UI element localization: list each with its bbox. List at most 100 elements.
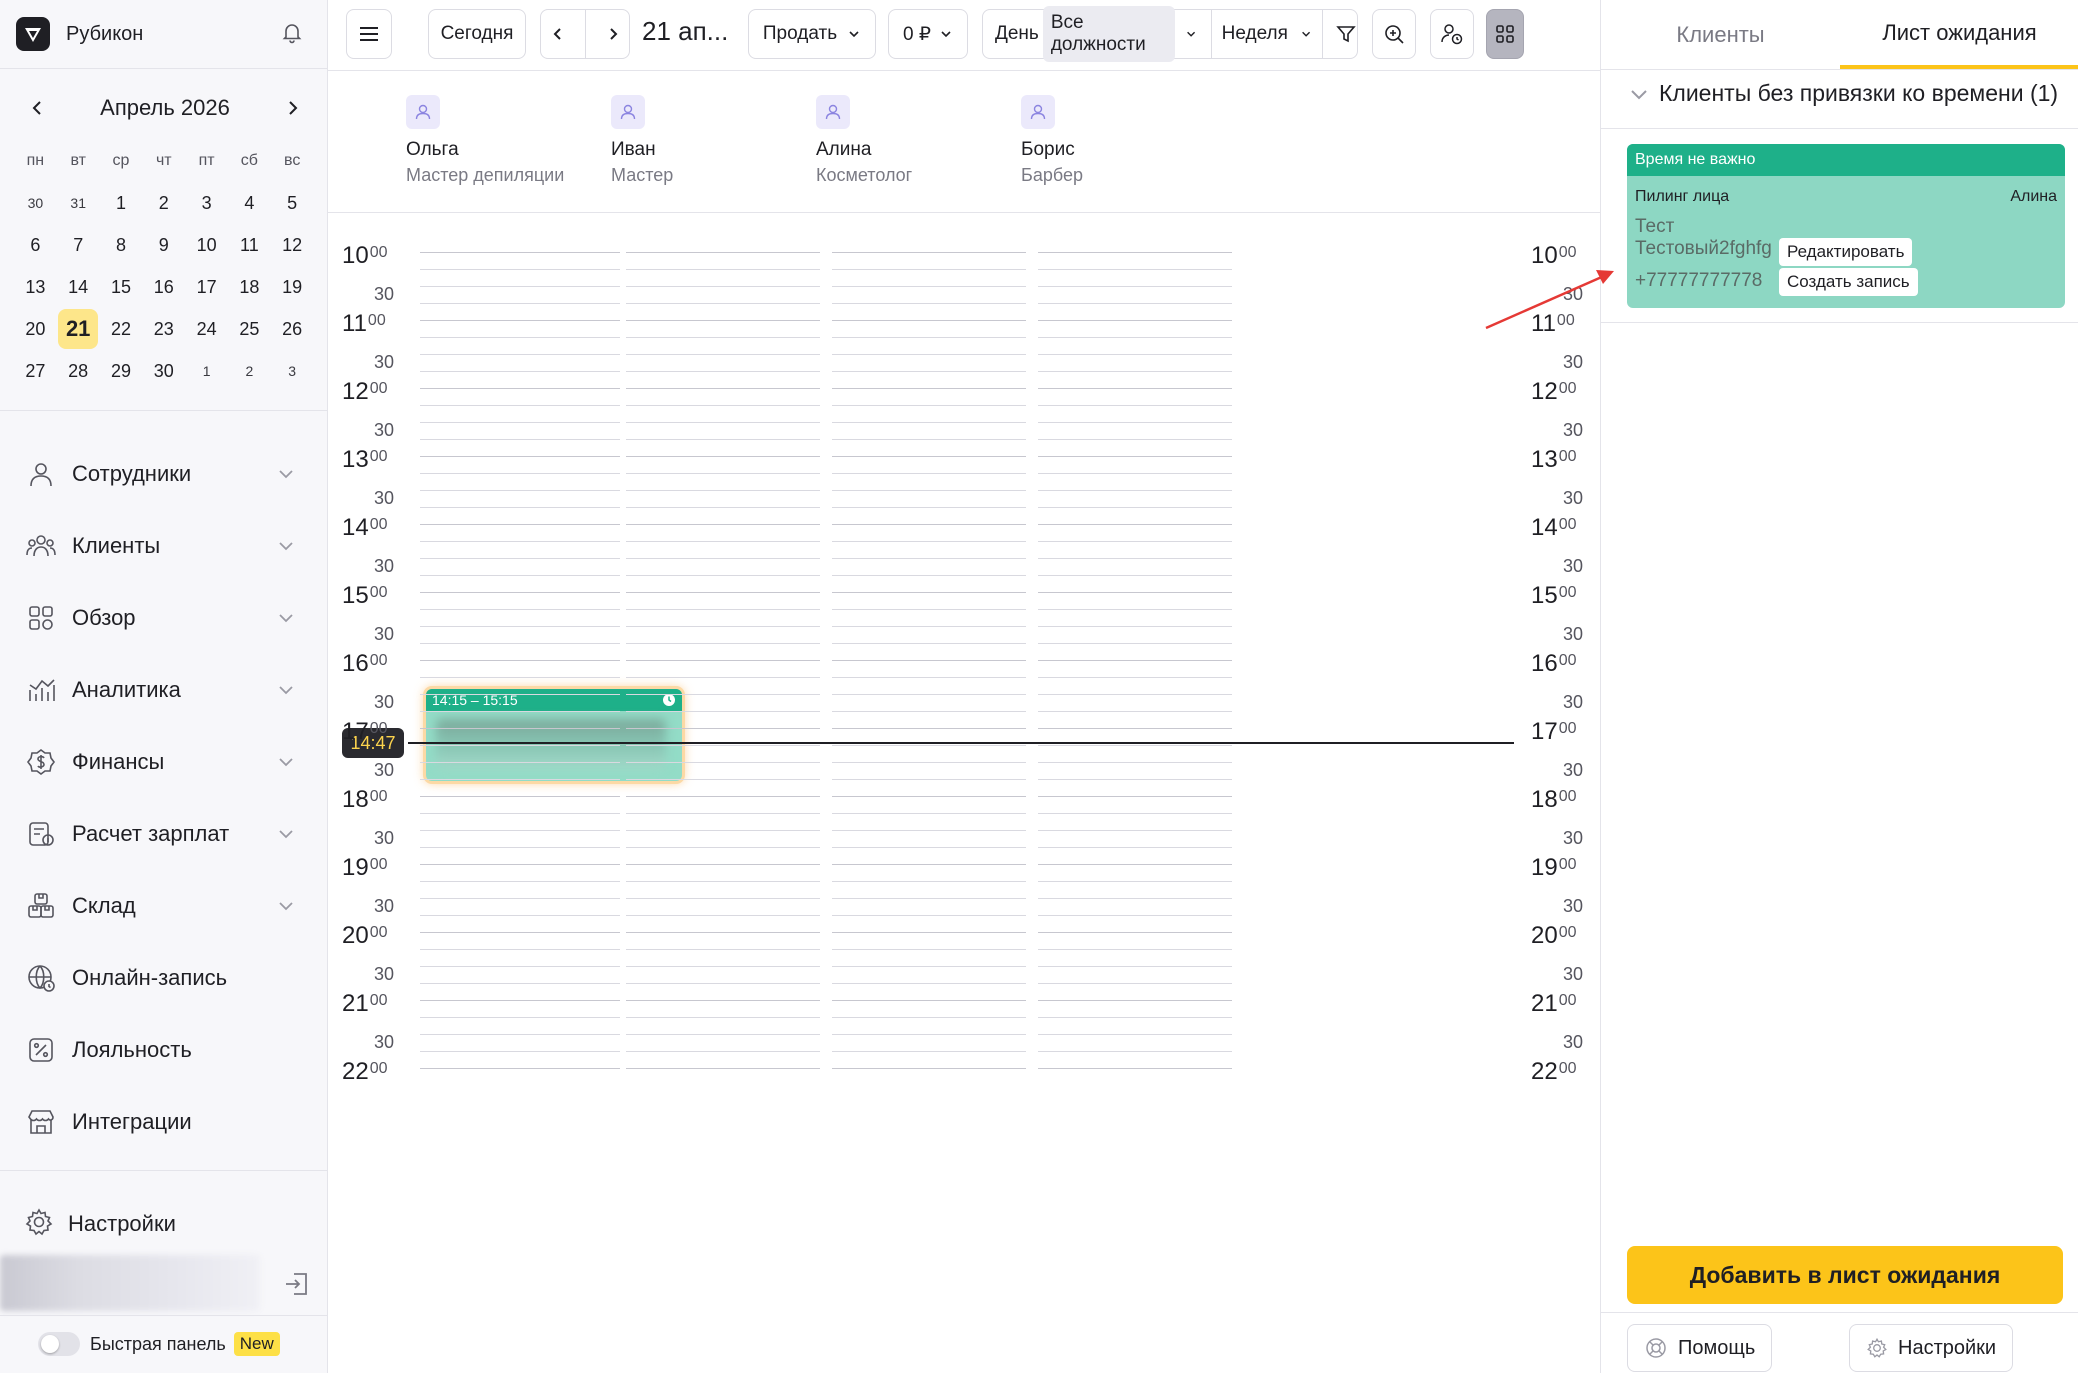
calendar-day[interactable]: 28: [57, 361, 100, 382]
sidebar-item-globe[interactable]: Онлайн-запись: [0, 942, 328, 1014]
hour-minutes: 00: [1558, 924, 1577, 941]
brand[interactable]: Рубикон: [16, 14, 143, 54]
grid-slot-line: [1038, 422, 1232, 423]
calendar-day[interactable]: 8: [100, 235, 143, 256]
calendar-day[interactable]: 3: [185, 193, 228, 214]
staff-schedule-button[interactable]: [1430, 9, 1474, 59]
filter-icon: [1336, 26, 1356, 43]
calendar-day[interactable]: 17: [185, 277, 228, 298]
calendar-day[interactable]: 19: [271, 277, 314, 298]
bell-icon[interactable]: [280, 20, 304, 44]
chevron-down-icon[interactable]: [274, 894, 298, 918]
calendar-day[interactable]: 25: [228, 319, 271, 340]
filter-button[interactable]: [1335, 23, 1357, 45]
sidebar-item-percent[interactable]: Лояльность: [0, 1014, 328, 1086]
waitlist-card[interactable]: Время не важно Пилинг лица Алина Тест Те…: [1627, 144, 2065, 308]
hamburger-button[interactable]: [346, 9, 392, 59]
calendar-day-selected[interactable]: 21: [57, 309, 100, 349]
chevron-down-icon[interactable]: [274, 822, 298, 846]
calendar-day[interactable]: 31: [57, 195, 100, 211]
sidebar-item-label: Лояльность: [72, 1037, 192, 1062]
sidebar-item-payroll[interactable]: Расчет зарплат: [0, 798, 328, 870]
calendar-day[interactable]: 16: [142, 277, 185, 298]
calendar-day[interactable]: 5: [271, 193, 314, 214]
prev-month-button[interactable]: [20, 90, 56, 126]
grid-slot-line: [1038, 269, 1232, 270]
sidebar-item-user[interactable]: Сотрудники: [0, 438, 328, 510]
calendar-day[interactable]: 26: [271, 319, 314, 340]
waitlist-group-header[interactable]: Клиенты без привязки ко времени (1): [1627, 80, 2058, 107]
sidebar-item-grid[interactable]: Обзор: [0, 582, 328, 654]
sidebar-item-settings[interactable]: Настройки: [0, 1188, 328, 1260]
prev-day-button[interactable]: [552, 27, 564, 41]
calendar-day[interactable]: 22: [100, 319, 143, 340]
sidebar-item-store[interactable]: Интеграции: [0, 1086, 328, 1158]
calendar-day[interactable]: 3: [271, 363, 314, 379]
calendar-day[interactable]: 30: [142, 361, 185, 382]
panel-settings-button[interactable]: Настройки: [1849, 1324, 2014, 1372]
next-month-button[interactable]: [274, 90, 310, 126]
quick-panel-toggle[interactable]: [38, 1332, 80, 1356]
calendar-day[interactable]: 4: [228, 193, 271, 214]
current-user[interactable]: [0, 1255, 328, 1311]
calendar-day[interactable]: 2: [228, 363, 271, 379]
user-clock-icon: [1441, 24, 1463, 45]
hour-minutes: 00: [369, 244, 388, 261]
next-day-button[interactable]: [607, 27, 619, 41]
tab-clients[interactable]: Клиенты: [1601, 0, 1840, 69]
calendar-day[interactable]: 1: [185, 363, 228, 379]
calendar-day[interactable]: 9: [142, 235, 185, 256]
add-to-waitlist-button[interactable]: Добавить в лист ожидания: [1627, 1246, 2063, 1304]
staff-column-header[interactable]: Борис Барбер: [1021, 95, 1291, 186]
chevron-down-icon[interactable]: [274, 462, 298, 486]
calendar-day[interactable]: 11: [228, 235, 271, 256]
calendar-day[interactable]: 27: [14, 361, 57, 382]
calendar-day[interactable]: 20: [14, 319, 57, 340]
calendar-day[interactable]: 24: [185, 319, 228, 340]
hour-number: 16: [1531, 650, 1558, 677]
positions-filter[interactable]: Все должности: [1042, 6, 1175, 62]
appointment-card[interactable]: 14:15 – 15:15: [426, 689, 682, 781]
calendar-day[interactable]: 29: [100, 361, 143, 382]
grid-slot-line: [832, 1017, 1026, 1018]
sidebar-item-analytics[interactable]: Аналитика: [0, 654, 328, 726]
calendar-day[interactable]: 13: [14, 277, 57, 298]
chevron-down-icon[interactable]: [274, 606, 298, 630]
grid-slot-line: [420, 813, 620, 814]
calendar-day[interactable]: 15: [100, 277, 143, 298]
balance-dropdown[interactable]: 0 ₽: [888, 9, 968, 59]
hour-number: 21: [1531, 990, 1558, 1017]
layout-toggle-button[interactable]: [1486, 9, 1524, 59]
calendar-day[interactable]: 1: [100, 193, 143, 214]
today-button[interactable]: Сегодня: [428, 9, 526, 59]
grid-slot-line: [832, 728, 1026, 729]
logout-icon[interactable]: [282, 1269, 312, 1299]
calendar-day[interactable]: 18: [228, 277, 271, 298]
tab-waitlist[interactable]: Лист ожидания: [1840, 0, 2078, 69]
day-view-button[interactable]: День: [995, 23, 1039, 45]
help-button[interactable]: Помощь: [1627, 1324, 1773, 1372]
sidebar-item-users[interactable]: Клиенты: [0, 510, 328, 582]
hour-number: 15: [342, 582, 369, 609]
sell-dropdown[interactable]: Продать: [748, 9, 876, 59]
current-date[interactable]: 21 ап...: [642, 16, 728, 47]
time-grid[interactable]: 14:15 – 15:15 14:47 1000 30 1000 30 1100 30 11…: [328, 234, 1600, 1373]
calendar-day[interactable]: 2: [142, 193, 185, 214]
sidebar-item-warehouse[interactable]: Склад: [0, 870, 328, 942]
chevron-down-icon[interactable]: [274, 534, 298, 558]
calendar-day[interactable]: 7: [57, 235, 100, 256]
create-appointment-button[interactable]: Создать запись: [1779, 268, 1918, 296]
chevron-down-icon[interactable]: [274, 678, 298, 702]
sidebar-item-finance[interactable]: Финансы: [0, 726, 328, 798]
chevron-down-icon[interactable]: [274, 750, 298, 774]
zoom-button[interactable]: [1372, 9, 1416, 59]
calendar-day[interactable]: 6: [14, 235, 57, 256]
edit-button[interactable]: Редактировать: [1779, 238, 1913, 266]
calendar-day[interactable]: 14: [57, 277, 100, 298]
calendar-day[interactable]: 12: [271, 235, 314, 256]
calendar-day[interactable]: 30: [14, 195, 57, 211]
calendar-day[interactable]: 10: [185, 235, 228, 256]
grid-slot-line: [420, 779, 620, 780]
week-view-button[interactable]: Неделя: [1222, 23, 1288, 45]
calendar-day[interactable]: 23: [142, 319, 185, 340]
